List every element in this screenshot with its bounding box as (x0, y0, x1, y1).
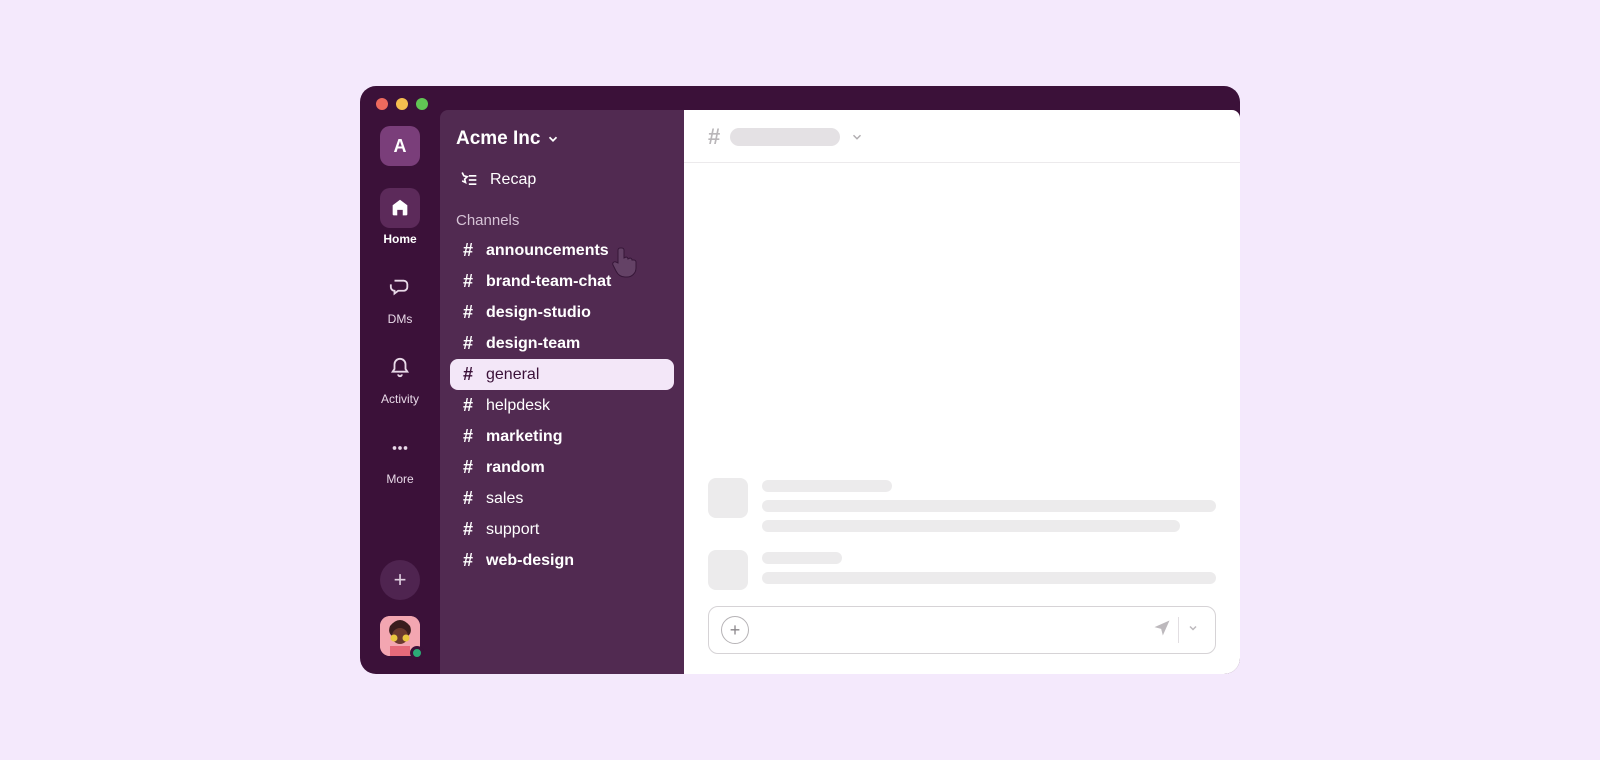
skeleton-line (762, 520, 1180, 532)
channel-title-placeholder (730, 128, 840, 146)
message-skeleton (708, 478, 1216, 532)
channel-item-announcements[interactable]: # announcements (450, 235, 674, 266)
rail-label-dms: DMs (388, 312, 413, 326)
channel-name: design-team (486, 335, 580, 353)
home-icon (380, 188, 420, 228)
chevron-down-icon (546, 132, 560, 146)
channel-name: general (486, 366, 539, 384)
app-window: A Home DMs Activity (360, 86, 1240, 674)
workspace-name: Acme Inc (456, 128, 540, 150)
channel-item-brand-team-chat[interactable]: # brand-team-chat (450, 266, 674, 297)
rail-item-dms[interactable]: DMs (380, 268, 420, 326)
hash-icon: # (460, 364, 476, 385)
hash-icon: # (460, 488, 476, 509)
channel-item-general[interactable]: # general (450, 359, 674, 390)
skeleton-line (762, 500, 1216, 512)
sidebar-item-recap[interactable]: Recap (450, 164, 674, 208)
message-skeleton (708, 550, 1216, 590)
window-titlebar (360, 86, 1240, 110)
new-button[interactable]: + (380, 560, 420, 600)
window-close-button[interactable] (376, 98, 388, 110)
channel-name: web-design (486, 552, 574, 570)
window-zoom-button[interactable] (416, 98, 428, 110)
window-minimize-button[interactable] (396, 98, 408, 110)
hash-icon: # (460, 302, 476, 323)
hash-icon: # (460, 271, 476, 292)
channel-item-design-team[interactable]: # design-team (450, 328, 674, 359)
avatar-placeholder (708, 550, 748, 590)
send-icon (1152, 618, 1172, 638)
channel-name: design-studio (486, 304, 591, 322)
hash-icon: # (460, 333, 476, 354)
chevron-down-icon (1187, 622, 1199, 634)
hash-icon: # (460, 240, 476, 261)
channel-name: marketing (486, 428, 562, 446)
channel-sidebar: Acme Inc Recap Channels # announcements # b… (440, 110, 684, 674)
hash-icon: # (460, 395, 476, 416)
channel-item-web-design[interactable]: # web-design (450, 545, 674, 576)
user-avatar[interactable] (380, 616, 420, 656)
composer-area: + (684, 596, 1240, 674)
workspace-tile[interactable]: A (380, 126, 420, 166)
channels-header-label: Channels (456, 212, 519, 229)
rail-item-activity[interactable]: Activity (380, 348, 420, 406)
chevron-down-icon (850, 130, 864, 144)
send-options-button[interactable] (1178, 617, 1207, 643)
recap-icon (458, 170, 478, 190)
channel-name: sales (486, 490, 523, 508)
hash-icon: # (460, 550, 476, 571)
channel-item-sales[interactable]: # sales (450, 483, 674, 514)
channel-list: # announcements # brand-team-chat # design-st… (450, 235, 674, 576)
workspace-switcher[interactable]: Acme Inc (450, 124, 674, 164)
avatar-placeholder (708, 478, 748, 518)
skeleton-line (762, 572, 1216, 584)
more-icon (380, 428, 420, 468)
message-list (684, 163, 1240, 596)
app-body: A Home DMs Activity (360, 110, 1240, 674)
channel-item-support[interactable]: # support (450, 514, 674, 545)
channel-name: support (486, 521, 539, 539)
channel-name: helpdesk (486, 397, 550, 415)
rail-label-more: More (386, 472, 413, 486)
send-button[interactable] (1146, 614, 1178, 647)
rail-item-home[interactable]: Home (380, 188, 420, 246)
message-composer[interactable]: + (708, 606, 1216, 654)
recap-label: Recap (490, 171, 536, 189)
hash-icon: # (460, 519, 476, 540)
rail-label-activity: Activity (381, 392, 419, 406)
hash-icon: # (460, 426, 476, 447)
channel-item-random[interactable]: # random (450, 452, 674, 483)
attach-button[interactable]: + (721, 616, 749, 644)
send-group (1146, 614, 1207, 647)
skeleton-line (762, 552, 842, 564)
rail-item-more[interactable]: More (380, 428, 420, 486)
channels-section-header[interactable]: Channels (450, 208, 674, 235)
hash-icon: # (460, 457, 476, 478)
channel-name: random (486, 459, 545, 477)
bell-icon (380, 348, 420, 388)
channel-item-design-studio[interactable]: # design-studio (450, 297, 674, 328)
presence-indicator (410, 646, 424, 660)
channel-name: announcements (486, 242, 609, 260)
rail-label-home: Home (383, 232, 416, 246)
channel-item-marketing[interactable]: # marketing (450, 421, 674, 452)
dms-icon (380, 268, 420, 308)
plus-icon: + (730, 620, 741, 641)
workspace-rail: A Home DMs Activity (360, 110, 440, 674)
plus-icon: + (394, 567, 407, 593)
channel-item-helpdesk[interactable]: # helpdesk (450, 390, 674, 421)
channel-header[interactable]: # (684, 110, 1240, 163)
hash-icon: # (708, 124, 720, 150)
main-panel: # (684, 110, 1240, 674)
channel-name: brand-team-chat (486, 273, 611, 291)
skeleton-line (762, 480, 892, 492)
